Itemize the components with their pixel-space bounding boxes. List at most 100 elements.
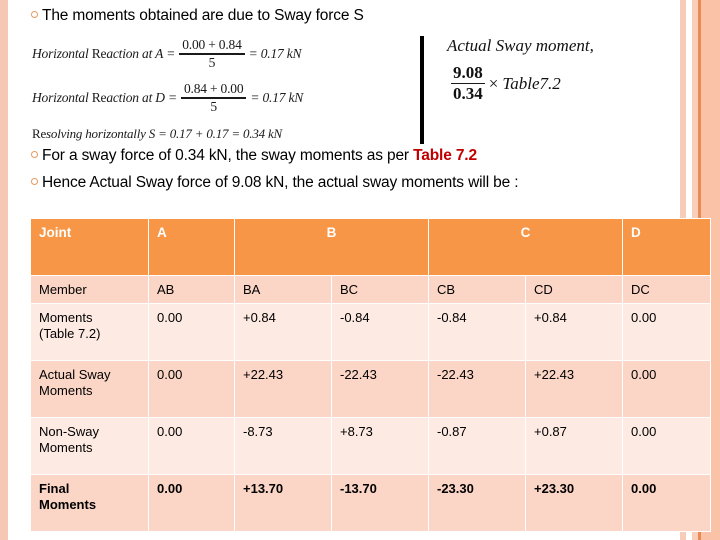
equation-reaction-a: Horizontal Re action at A = 0.00 + 0.84 5…: [32, 37, 302, 70]
bullet-1-label: The moments obtained are due to Sway for…: [42, 7, 364, 24]
row-label-final-moments: Final Moments: [30, 474, 149, 533]
cell-member-cd: CD: [525, 274, 623, 305]
eq-s-rest: = 0.17 + 0.17 = 0.34 kN: [158, 126, 283, 141]
cell-actualsway-ab: 0.00: [148, 360, 235, 419]
table-row: Final Moments 0.00 +13.70 -13.70 -23.30 +…: [30, 474, 711, 533]
slide-canvas: The moments obtained are due to Sway for…: [0, 0, 720, 540]
bullet-2-text-before: For a sway force of 0.34 kN, the sway mo…: [42, 147, 414, 164]
equation-right-column: Actual Sway moment, 9.08 0.34 × Table7.2: [447, 36, 677, 103]
cell-moments-dc: 0.00: [622, 303, 711, 362]
cell-moments-ab: 0.00: [148, 303, 235, 362]
table-row: Non-Sway Moments 0.00 -8.73 +8.73 -0.87 +…: [30, 417, 711, 476]
eq-a-lead-italic: Horizontal: [32, 45, 89, 61]
bullet-item-3: Hence Actual Sway force of 9.08 kN, the …: [26, 173, 519, 192]
eq-d-lead-upright: Re: [91, 89, 107, 105]
cell-moments-ba: +0.84: [234, 303, 332, 362]
bullet-2-label: For a sway force of 0.34 kN, the sway mo…: [42, 146, 477, 165]
cell-member-ba: BA: [234, 274, 332, 305]
cell-nonsway-ba: -8.73: [234, 417, 332, 476]
cell-member-ab: AB: [148, 274, 235, 305]
bullet-item-1: The moments obtained are due to Sway for…: [26, 6, 364, 25]
bullet-item-2: For a sway force of 0.34 kN, the sway mo…: [26, 146, 477, 165]
cell-nonsway-ab: 0.00: [148, 417, 235, 476]
eq-d-numerator: 0.84 + 0.00: [183, 81, 244, 96]
cell-nonsway-cb: -0.87: [428, 417, 526, 476]
row-label-actual-sway-moments: Actual Sway Moments: [30, 360, 149, 419]
header-cell-b: B: [234, 218, 429, 276]
circle-bullet-icon: [26, 151, 42, 158]
actual-sway-fraction: 9.08 0.34: [451, 64, 485, 103]
circle-bullet-icon: [26, 11, 42, 18]
header-cell-d: D: [622, 218, 711, 276]
cell-nonsway-cd: +0.87: [525, 417, 623, 476]
eq-d-lead-italic2: action at D: [106, 89, 165, 105]
table-header-row: Joint A B C D: [30, 218, 711, 276]
slide-content: The moments obtained are due to Sway for…: [12, 0, 711, 540]
cell-final-ba: +13.70: [234, 474, 332, 533]
cell-actualsway-ba: +22.43: [234, 360, 332, 419]
cell-member-bc: BC: [331, 274, 429, 305]
actual-sway-table-ref: Table7.2: [502, 73, 561, 93]
eq-a-result: = 0.17 kN: [248, 45, 302, 61]
eq-d-denominator: 5: [210, 98, 217, 114]
equation-reaction-d: Horizontal Re action at D = 0.84 + 0.00 5…: [32, 81, 304, 114]
cell-member-cb: CB: [428, 274, 526, 305]
eq-d-fraction: 0.84 + 0.00 5: [180, 81, 247, 114]
equation-resolving: Re solving horizontally S = 0.17 + 0.17 =…: [32, 126, 282, 142]
cell-actualsway-cb: -22.43: [428, 360, 526, 419]
row-label-line-2: Moments: [39, 382, 93, 398]
table-row: Actual Sway Moments 0.00 +22.43 -22.43 -2…: [30, 360, 711, 419]
actual-sway-times-symbol: ×: [488, 73, 499, 93]
cell-moments-bc: -0.84: [331, 303, 429, 362]
eq-d-lead-italic: Horizontal: [32, 89, 89, 105]
cell-actualsway-bc: -22.43: [331, 360, 429, 419]
row-label-non-sway-moments: Non-Sway Moments: [30, 417, 149, 476]
cell-final-cd: +23.30: [525, 474, 623, 533]
left-frame-bar: [0, 0, 8, 540]
cell-member-dc: DC: [622, 274, 711, 305]
row-label-line-2: (Table 7.2): [39, 325, 101, 341]
row-label-line-1: Moments: [39, 310, 93, 326]
actual-sway-numerator: 9.08: [453, 63, 483, 82]
cell-moments-cd: +0.84: [525, 303, 623, 362]
cell-final-cb: -23.30: [428, 474, 526, 533]
eq-a-equals: =: [166, 45, 176, 61]
row-label-line-1: Actual Sway: [39, 367, 111, 383]
moments-table: Joint A B C D Member AB BA BC CB CD DC M…: [30, 218, 711, 533]
eq-d-equals: =: [168, 89, 177, 105]
equation-block: Horizontal Re action at A = 0.00 + 0.84 5…: [32, 34, 662, 146]
actual-sway-moment-expression: 9.08 0.34 × Table7.2: [447, 64, 677, 103]
eq-s-lead-upright: Re: [32, 126, 47, 141]
eq-a-lead-italic2: action at A: [106, 45, 164, 61]
eq-a-fraction: 0.00 + 0.84 5: [179, 37, 245, 70]
eq-a-denominator: 5: [208, 54, 216, 70]
row-label-line-2: Moments: [39, 439, 93, 455]
row-label-line-2: Moments: [39, 496, 97, 512]
row-label-moments-table72: Moments (Table 7.2): [30, 303, 149, 362]
cell-nonsway-dc: 0.00: [622, 417, 711, 476]
circle-bullet-icon: [26, 178, 42, 185]
actual-sway-moment-title: Actual Sway moment,: [447, 36, 594, 55]
cell-final-ab: 0.00: [148, 474, 235, 533]
cell-nonsway-bc: +8.73: [331, 417, 429, 476]
eq-d-result: = 0.17 kN: [250, 89, 304, 105]
row-label-line-1: Non-Sway: [39, 424, 99, 440]
eq-a-lead-upright: Re: [91, 45, 107, 61]
equation-vertical-divider: [420, 36, 424, 144]
cell-actualsway-cd: +22.43: [525, 360, 623, 419]
row-label-line-1: Final: [39, 481, 70, 497]
bullet-3-label: Hence Actual Sway force of 9.08 kN, the …: [42, 174, 519, 191]
eq-a-numerator: 0.00 + 0.84: [182, 37, 242, 52]
cell-actualsway-dc: 0.00: [622, 360, 711, 419]
header-cell-c: C: [428, 218, 623, 276]
cell-final-bc: -13.70: [331, 474, 429, 533]
actual-sway-denominator: 0.34: [453, 84, 483, 104]
table-row: Moments (Table 7.2) 0.00 +0.84 -0.84 -0.8…: [30, 303, 711, 362]
cell-moments-cb: -0.84: [428, 303, 526, 362]
eq-s-lead-italic: solving horizontally S: [46, 126, 156, 141]
header-cell-a: A: [148, 218, 235, 276]
row-label-member: Member: [30, 274, 149, 305]
header-cell-joint: Joint: [30, 218, 149, 276]
table-row: Member AB BA BC CB CD DC: [30, 274, 711, 305]
cell-final-dc: 0.00: [622, 474, 711, 533]
